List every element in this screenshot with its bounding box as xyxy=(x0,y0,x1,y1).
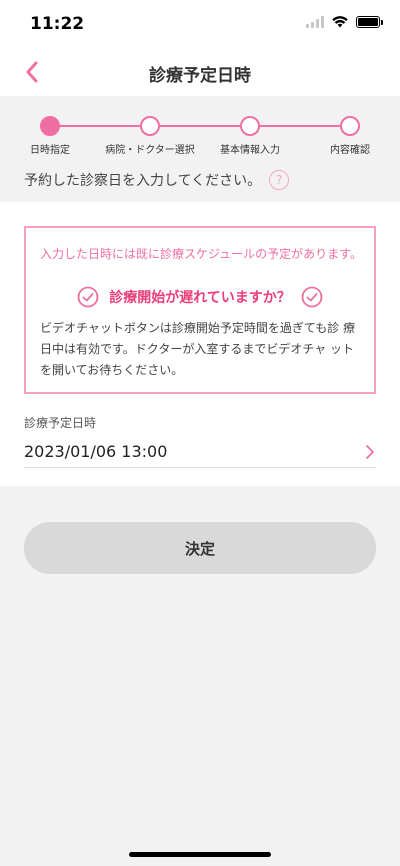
datetime-value: 2023/01/06 13:00 xyxy=(24,442,168,461)
instruction: 予約した診察日を入力してください。 ? xyxy=(24,170,290,190)
check-circle-icon xyxy=(77,286,99,308)
page-title: 診療予定日時 xyxy=(149,66,251,86)
main-card: 入力した日時には既に診療スケジュールの予定があります。 診療開始が遅れていますか… xyxy=(0,202,400,486)
step-3-dot xyxy=(240,116,260,136)
check-circle-icon xyxy=(301,286,323,308)
step-4-dot xyxy=(340,116,360,136)
alert-warning-text: 入力した日時には既に診療スケジュールの予定があります。 xyxy=(40,247,362,261)
progress-stepper: 日時指定 病院・ドクター選択 基本情報入力 内容確認 予約した診察日を入力してく… xyxy=(0,96,400,202)
screen: 11:22 診療予定日時 日時指定 病院・ドクター選択 基本情報入力 内容確認 … xyxy=(0,0,400,866)
alert-question: 診療開始が遅れていますか？ xyxy=(26,286,374,308)
status-bar: 11:22 xyxy=(0,0,400,48)
datetime-field-label: 診療予定日時 xyxy=(24,416,97,430)
home-indicator[interactable] xyxy=(129,852,271,857)
chevron-right-icon xyxy=(366,444,374,459)
status-icons xyxy=(306,16,383,28)
step-1-label: 日時指定 xyxy=(30,145,70,156)
alert-question-text: 診療開始が遅れていますか？ xyxy=(109,290,291,306)
alert-body-text: ビデオチャットボタンは診療開始予定時間を過ぎても診 療日中は有効です。ドクターが… xyxy=(40,321,356,377)
step-2-dot xyxy=(140,116,160,136)
datetime-picker[interactable]: 2023/01/06 13:00 xyxy=(24,436,376,468)
stepper-line xyxy=(50,125,350,127)
step-3-label: 基本情報入力 xyxy=(220,145,280,156)
help-icon[interactable]: ? xyxy=(269,170,290,190)
cellular-signal-icon xyxy=(306,16,324,28)
wifi-icon xyxy=(332,16,348,28)
status-time: 11:22 xyxy=(30,14,85,34)
step-4-label: 内容確認 xyxy=(330,145,370,156)
nav-bar: 診療予定日時 xyxy=(0,48,400,96)
instruction-text: 予約した診察日を入力してください。 xyxy=(24,173,262,189)
step-2-label: 病院・ドクター選択 xyxy=(105,145,195,156)
confirm-button[interactable]: 決定 xyxy=(24,522,376,574)
schedule-conflict-alert: 入力した日時には既に診療スケジュールの予定があります。 診療開始が遅れていますか… xyxy=(24,226,376,394)
step-1-dot xyxy=(40,116,60,136)
battery-icon xyxy=(356,16,383,28)
